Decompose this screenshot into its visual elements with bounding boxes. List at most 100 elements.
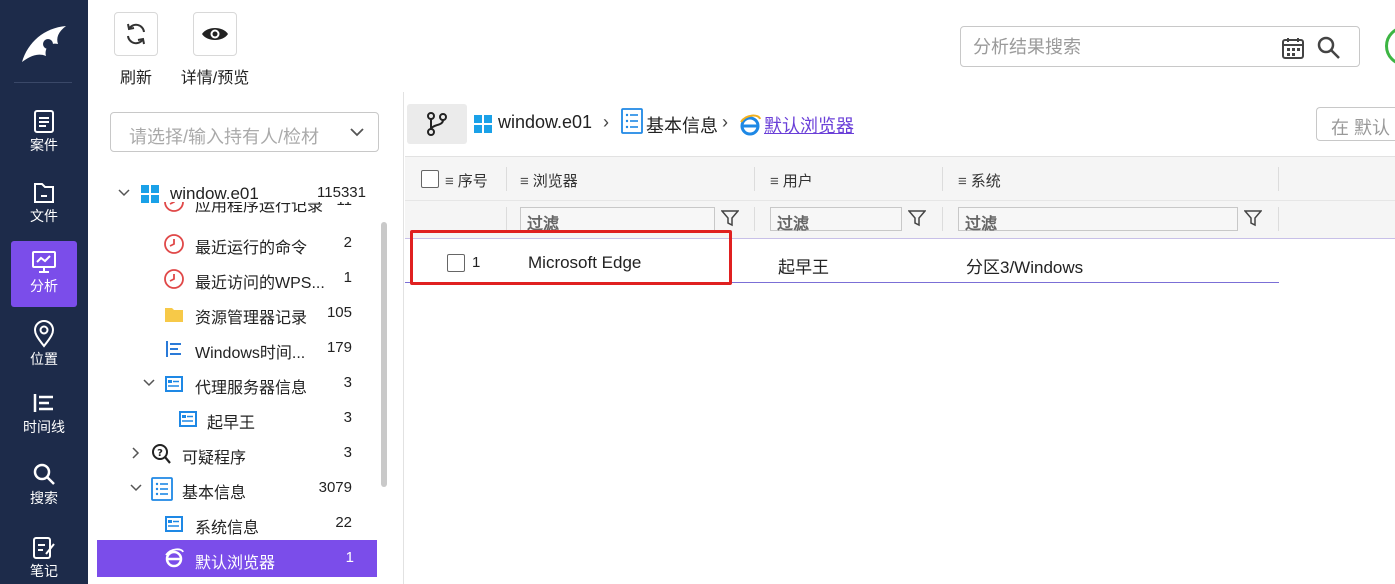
column-divider[interactable] xyxy=(506,167,507,191)
nav-item-location[interactable]: 位置 xyxy=(11,312,77,378)
left-nav: 案件 文件 分析 位置 时间线 搜索 笔记 xyxy=(0,0,88,584)
nav-item-files[interactable]: 文件 xyxy=(11,171,77,237)
nav-item-analysis[interactable]: 分析 xyxy=(11,241,77,307)
calendar-icon[interactable] xyxy=(1281,36,1305,60)
refresh-icon xyxy=(127,23,145,45)
tree-clip: 应用程序运行记录 11 xyxy=(88,202,378,218)
cell-system: 分区3/Windows xyxy=(966,258,1084,277)
chevron-down-icon xyxy=(350,128,364,137)
highlight-annotation xyxy=(410,230,732,285)
tree-item-suspicious-programs[interactable]: ? 可疑程序 3 xyxy=(88,436,378,471)
tree-item-count: 3 xyxy=(343,374,352,391)
tree-item-count: 179 xyxy=(326,339,352,356)
filter-funnel-icon[interactable] xyxy=(1244,209,1262,227)
menu-lines-icon: ≡ xyxy=(445,173,454,190)
clock-history-icon xyxy=(164,234,184,254)
tree-item-proxy-info[interactable]: 代理服务器信息 3 xyxy=(88,366,378,401)
column-header-label: 系统 xyxy=(970,173,1001,190)
tree-item-label: 可疑程序 xyxy=(182,450,247,467)
tree-item-app-run-record[interactable]: 应用程序运行记录 11 xyxy=(88,202,378,218)
result-search-box[interactable] xyxy=(960,26,1360,67)
detail-preview-label: 详情/预览 xyxy=(180,70,250,87)
column-divider xyxy=(506,207,507,231)
search-icon[interactable] xyxy=(1316,35,1342,61)
column-header-user[interactable]: ≡ 用户 xyxy=(770,170,813,191)
tree-item-default-browser[interactable]: 默认浏览器 1 xyxy=(97,540,377,577)
refresh-button[interactable]: 刷新 xyxy=(91,12,181,88)
git-branch-icon xyxy=(427,112,447,136)
app-logo-icon xyxy=(18,22,70,70)
clock-history-icon xyxy=(164,269,184,289)
result-search-input[interactable] xyxy=(973,36,1273,58)
top-toolbar: 刷新 详情/预览 xyxy=(88,0,1395,92)
tree-item-windows-timeline[interactable]: Windows时间... 179 xyxy=(88,331,378,366)
folder-icon xyxy=(165,308,183,322)
filter-placeholder: 过滤 xyxy=(777,216,810,233)
nav-item-search[interactable]: 搜索 xyxy=(11,453,77,519)
branch-button[interactable] xyxy=(407,104,467,144)
filter-user-input[interactable]: 过滤 xyxy=(770,207,902,233)
tree-item-explorer-record[interactable]: 资源管理器记录 105 xyxy=(88,296,378,331)
tree-item-system-info[interactable]: 系统信息 22 xyxy=(88,506,378,541)
chevron-down-icon[interactable] xyxy=(141,375,157,391)
cell-user: 起早王 xyxy=(778,258,829,277)
nav-label: 时间线 xyxy=(23,419,65,435)
column-divider[interactable] xyxy=(942,167,943,191)
column-header-browser[interactable]: ≡ 浏览器 xyxy=(520,170,578,191)
tree-item-count: 1 xyxy=(343,269,352,286)
tree-item-recent-commands[interactable]: 最近运行的命令 2 xyxy=(88,226,378,261)
grid-header: ≡ 序号 ≡ 浏览器 ≡ 用户 ≡ 系统 xyxy=(405,157,1395,201)
timeline-icon xyxy=(166,341,181,357)
filter-browser-input[interactable]: 过滤 xyxy=(520,207,715,233)
svg-text:?: ? xyxy=(157,448,163,459)
nav-item-timeline[interactable]: 时间线 xyxy=(11,382,77,448)
list-document-icon xyxy=(151,477,173,501)
tree-item-qizaowang[interactable]: 起早王 3 xyxy=(88,401,378,436)
grid-filter-input[interactable]: 在 默认 xyxy=(1316,107,1395,141)
chevron-down-icon[interactable] xyxy=(128,480,144,496)
breadcrumb-separator: › xyxy=(722,112,728,132)
select-all-checkbox[interactable] xyxy=(421,170,439,188)
filter-funnel-icon[interactable] xyxy=(908,209,926,227)
detail-preview-button[interactable]: 详情/预览 xyxy=(170,12,260,88)
tree-item-count: 3079 xyxy=(318,479,352,496)
tree-item-label: 应用程序运行记录 xyxy=(195,202,324,215)
filter-funnel-icon[interactable] xyxy=(721,209,739,227)
filter-system-input[interactable]: 过滤 xyxy=(958,207,1238,233)
breadcrumb-item-basic-info[interactable]: 基本信息 xyxy=(646,112,718,138)
breadcrumb-item-window-e01[interactable]: window.e01 xyxy=(498,112,592,133)
tree-item-recent-wps[interactable]: 最近访问的WPS... 1 xyxy=(88,261,378,296)
column-header-label: 序号 xyxy=(457,173,488,190)
breadcrumb-item-default-browser[interactable]: 默认浏览器 xyxy=(764,112,854,138)
tree-item-count: 1 xyxy=(345,549,354,566)
chevron-down-icon[interactable] xyxy=(116,185,132,201)
column-header-label: 浏览器 xyxy=(532,173,578,190)
tree-item-label: 资源管理器记录 xyxy=(195,310,308,327)
column-divider[interactable] xyxy=(754,167,755,191)
holder-select-placeholder: 请选择/输入持有人/检材 xyxy=(129,127,320,147)
tree-item-count: 22 xyxy=(335,514,352,531)
tree-item-count: 105 xyxy=(326,304,352,321)
timeline-icon xyxy=(33,394,53,412)
menu-lines-icon: ≡ xyxy=(520,173,529,190)
nav-label: 搜索 xyxy=(30,490,58,506)
tree-scrollbar[interactable] xyxy=(381,222,387,487)
tree-item-label: window.e01 xyxy=(170,184,259,203)
tree-item-basic-info[interactable]: 基本信息 3079 xyxy=(88,471,378,506)
column-header-label: 用户 xyxy=(782,173,813,190)
tree-item-count: 115331 xyxy=(317,184,366,201)
nav-item-notes[interactable]: 笔记 xyxy=(11,526,77,584)
chevron-right-icon[interactable] xyxy=(128,445,144,461)
ie-browser-icon xyxy=(740,114,761,136)
tree-item-label: 代理服务器信息 xyxy=(195,380,308,397)
info-card-icon xyxy=(165,376,183,392)
nav-item-cases[interactable]: 案件 xyxy=(11,100,77,166)
column-header-index[interactable]: ≡ 序号 xyxy=(445,170,488,191)
file-icon xyxy=(34,183,54,203)
windows-logo-icon xyxy=(141,185,159,203)
column-divider[interactable] xyxy=(1278,167,1279,191)
menu-lines-icon: ≡ xyxy=(770,173,779,190)
info-card-icon xyxy=(165,516,183,532)
holder-select[interactable]: 请选择/输入持有人/检材 xyxy=(110,112,379,152)
column-header-system[interactable]: ≡ 系统 xyxy=(958,170,1001,191)
